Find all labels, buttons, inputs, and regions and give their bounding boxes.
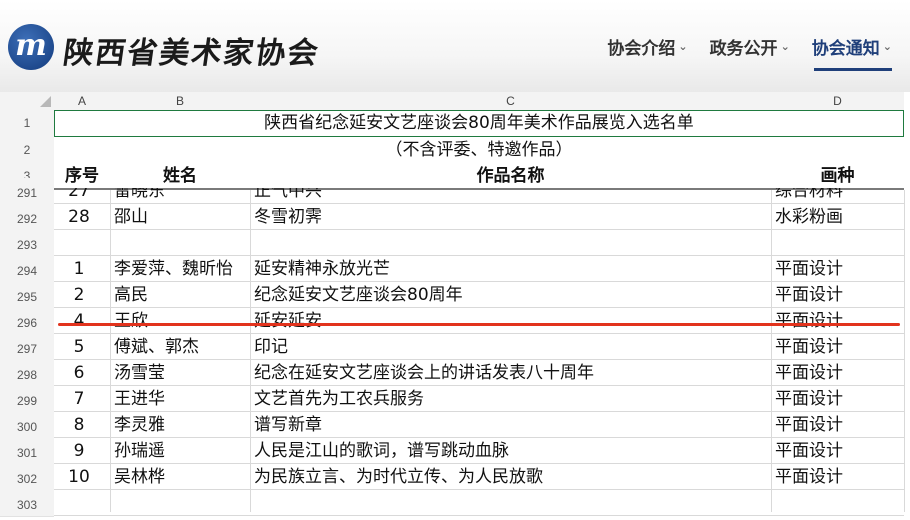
table-cell-type[interactable]: 平面设计 xyxy=(775,282,902,308)
highlight-underline xyxy=(58,323,900,326)
table-cell-no[interactable]: 7 xyxy=(54,386,104,412)
table-cell-work[interactable]: 谱写新章 xyxy=(254,412,769,438)
table-cell-no[interactable]: 1 xyxy=(54,256,104,282)
table-cell-no[interactable] xyxy=(54,230,104,256)
table-cell-name[interactable]: 高民 xyxy=(114,282,248,308)
table-cell-work[interactable] xyxy=(254,490,769,516)
table-cell-work[interactable]: 冬雪初霁 xyxy=(254,204,769,230)
row-number[interactable]: 298 xyxy=(0,360,54,387)
table-cell-type[interactable] xyxy=(775,230,902,256)
header-name[interactable]: 姓名 xyxy=(110,164,250,188)
nav-item-notices[interactable]: 协会通知 ⌄ xyxy=(812,34,892,59)
column-gridline xyxy=(250,190,251,512)
table-cell-type[interactable] xyxy=(775,490,902,516)
table-cell-no[interactable]: 9 xyxy=(54,438,104,464)
row-number[interactable]: 302 xyxy=(0,464,54,491)
chevron-down-icon: ⌄ xyxy=(678,40,688,53)
row-number[interactable]: 297 xyxy=(0,334,54,361)
table-cell-name[interactable]: 王进华 xyxy=(114,386,248,412)
table-cell-no[interactable]: 6 xyxy=(54,360,104,386)
table-cell-type[interactable]: 平面设计 xyxy=(775,334,902,360)
site-header: m 陕西省美术家协会 协会介绍 ⌄ 政务公开 ⌄ 协会通知 ⌄ xyxy=(0,0,910,92)
active-nav-indicator xyxy=(814,68,892,71)
table-cell-name[interactable]: 邵山 xyxy=(114,204,248,230)
table-cell-work[interactable]: 印记 xyxy=(254,334,769,360)
table-cell-type[interactable]: 平面设计 xyxy=(775,256,902,282)
column-header-c[interactable]: C xyxy=(250,92,771,111)
table-cell-work[interactable]: 为民族立言、为时代立传、为人民放歌 xyxy=(254,464,769,490)
table-cell-no[interactable]: 10 xyxy=(54,464,104,490)
table-cell-no[interactable]: 2 xyxy=(54,282,104,308)
table-cell-no[interactable]: 8 xyxy=(54,412,104,438)
nav-item-label: 协会通知 xyxy=(811,39,880,59)
row-number[interactable]: 291 xyxy=(0,178,54,205)
table-cell-type[interactable]: 平面设计 xyxy=(775,412,902,438)
table-cell-work[interactable]: 延安精神永放光芒 xyxy=(254,256,769,282)
nav-item-label: 协会介绍 xyxy=(607,39,676,59)
table-cell-name[interactable]: 孙瑞遥 xyxy=(114,438,248,464)
site-logo-text[interactable]: 陕西省美术家协会 xyxy=(61,28,323,72)
column-header-d[interactable]: D xyxy=(771,92,904,111)
table-cell-name[interactable] xyxy=(114,490,248,516)
table-cell-no[interactable] xyxy=(54,490,104,516)
table-cell-name[interactable]: 傅斌、郭杰 xyxy=(114,334,248,360)
row-number[interactable]: 293 xyxy=(0,230,54,257)
table-cell-name[interactable]: 吴林桦 xyxy=(114,464,248,490)
column-gridline xyxy=(904,190,905,512)
column-header-b[interactable]: B xyxy=(110,92,250,111)
table-cell-type[interactable]: 平面设计 xyxy=(775,464,902,490)
row-number[interactable]: 295 xyxy=(0,282,54,309)
table-cell-name[interactable]: 王欣 xyxy=(114,308,248,334)
row-number[interactable]: 303 xyxy=(0,490,54,517)
column-gridline xyxy=(771,190,772,512)
table-cell-type[interactable]: 平面设计 xyxy=(775,438,902,464)
table-cell-type[interactable]: 水彩粉画 xyxy=(775,204,902,230)
chevron-down-icon: ⌄ xyxy=(882,40,892,53)
table-cell-no[interactable]: 28 xyxy=(54,204,104,230)
header-type[interactable]: 画种 xyxy=(771,164,904,188)
table-cell-name[interactable]: 李灵雅 xyxy=(114,412,248,438)
table-cell-type[interactable]: 平面设计 xyxy=(775,308,902,334)
row-number[interactable]: 299 xyxy=(0,386,54,413)
table-cell-name[interactable]: 李爱萍、魏昕怡 xyxy=(114,256,248,282)
table-cell-no[interactable]: 5 xyxy=(54,334,104,360)
header-no[interactable]: 序号 xyxy=(54,164,110,188)
row-number[interactable]: 296 xyxy=(0,308,54,335)
main-nav: 协会介绍 ⌄ 政务公开 ⌄ 协会通知 ⌄ xyxy=(607,34,892,59)
table-cell-work[interactable]: 纪念延安文艺座谈会80周年 xyxy=(254,282,769,308)
row-number[interactable]: 1 xyxy=(0,110,54,138)
nav-item-about[interactable]: 协会介绍 ⌄ xyxy=(607,34,687,59)
column-gridline xyxy=(110,190,111,512)
table-cell-work[interactable]: 人民是江山的歌词，谱写跳动血脉 xyxy=(254,438,769,464)
row-number[interactable]: 294 xyxy=(0,256,54,283)
row-number[interactable]: 301 xyxy=(0,438,54,465)
table-cell-work[interactable]: 文艺首先为工农兵服务 xyxy=(254,386,769,412)
table-cell-work[interactable]: 纪念在延安文艺座谈会上的讲话发表八十周年 xyxy=(254,360,769,386)
table-cell-type[interactable]: 平面设计 xyxy=(775,360,902,386)
column-header-a[interactable]: A xyxy=(54,92,110,111)
table-cell-work[interactable]: 延安延安 xyxy=(254,308,769,334)
sheet-subtitle[interactable]: （不含评委、特邀作品） xyxy=(54,138,904,163)
association-logo-icon[interactable]: m xyxy=(8,24,54,70)
nav-item-label: 政务公开 xyxy=(709,39,778,59)
nav-item-government-affairs[interactable]: 政务公开 ⌄ xyxy=(710,34,790,59)
table-cell-name[interactable] xyxy=(114,230,248,256)
select-all-corner[interactable] xyxy=(0,92,54,111)
table-cell-no[interactable]: 4 xyxy=(54,308,104,334)
row-number[interactable]: 292 xyxy=(0,204,54,231)
row-number[interactable]: 2 xyxy=(0,137,54,165)
table-cell-work[interactable] xyxy=(254,230,769,256)
chevron-down-icon: ⌄ xyxy=(780,40,790,53)
spreadsheet: A B C D 1 2 3 陕西省纪念延安文艺座谈会80周年美术作品展览入选名单… xyxy=(0,92,910,517)
sheet-title[interactable]: 陕西省纪念延安文艺座谈会80周年美术作品展览入选名单 xyxy=(54,111,904,136)
row-number[interactable]: 300 xyxy=(0,412,54,439)
table-cell-type[interactable]: 平面设计 xyxy=(775,386,902,412)
header-work[interactable]: 作品名称 xyxy=(250,164,771,188)
table-cell-name[interactable]: 汤雪莹 xyxy=(114,360,248,386)
